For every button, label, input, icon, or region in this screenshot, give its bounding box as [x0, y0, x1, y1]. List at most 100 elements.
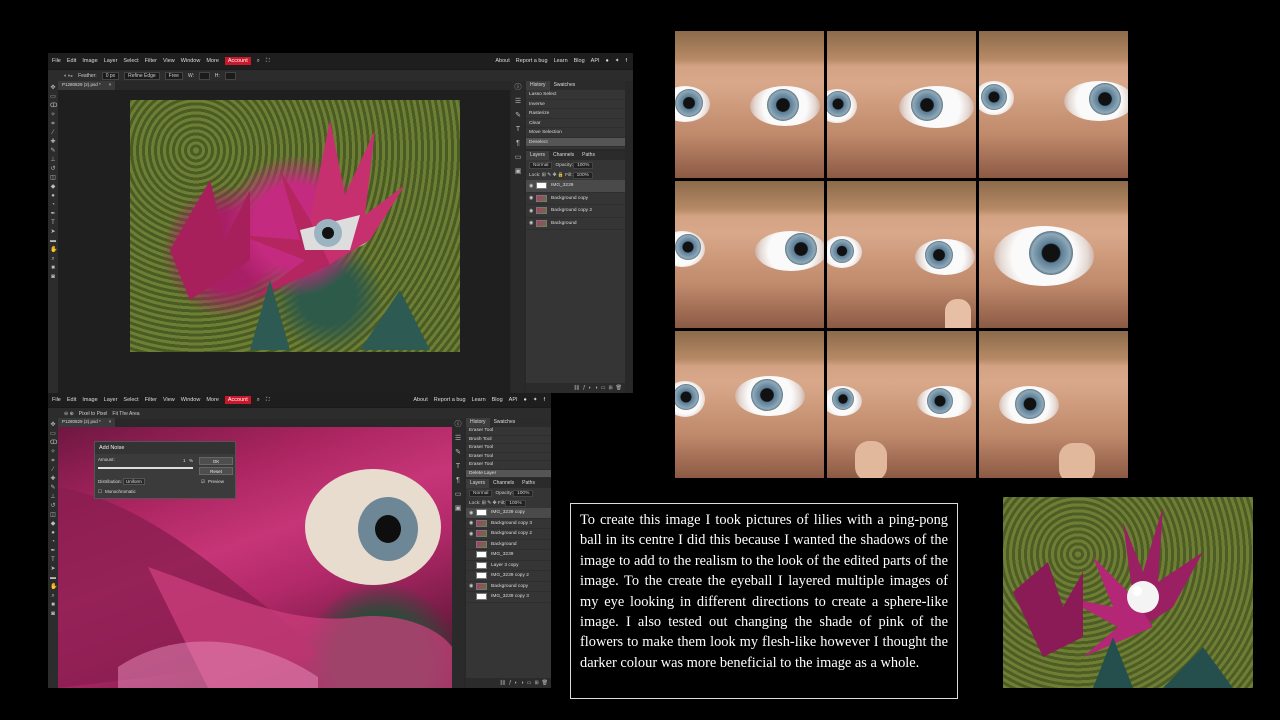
- fill-input[interactable]: 100%: [572, 171, 593, 179]
- menu-blog[interactable]: Blog: [574, 58, 585, 64]
- layer-row[interactable]: ◉ Background copy 2: [526, 205, 625, 218]
- path-select-icon[interactable]: ➤: [50, 566, 56, 572]
- path-select-icon[interactable]: ➤: [50, 229, 56, 235]
- width-input[interactable]: [198, 71, 210, 80]
- menu-layer[interactable]: Layer: [104, 58, 118, 64]
- list-icon[interactable]: ☰: [515, 98, 521, 106]
- history-item[interactable]: Eraser Tool: [466, 453, 551, 461]
- tab-layers[interactable]: Layers: [526, 151, 550, 160]
- effects-icon[interactable]: ƒ: [509, 680, 512, 686]
- layer-row[interactable]: Layer 3 copy: [466, 561, 551, 571]
- amount-slider[interactable]: [98, 467, 193, 469]
- trash-icon[interactable]: 🗑: [542, 680, 548, 686]
- menu-filter[interactable]: Filter: [145, 397, 157, 403]
- menu-image[interactable]: Image: [82, 397, 97, 403]
- history-item[interactable]: Clear: [526, 119, 625, 128]
- menu-image[interactable]: Image: [82, 58, 97, 64]
- blend-mode-select[interactable]: Normal: [529, 161, 553, 169]
- tab-swatches[interactable]: Swatches: [490, 418, 520, 427]
- layer-row[interactable]: IMG_3239: [466, 550, 551, 561]
- history-item[interactable]: Deselect: [526, 137, 625, 147]
- new-layer-icon[interactable]: ⊞: [608, 385, 612, 391]
- fill-input[interactable]: 100%: [505, 499, 526, 507]
- menu-report-bug[interactable]: Report a bug: [516, 58, 548, 64]
- quick-mask-icon[interactable]: ◙: [50, 611, 56, 617]
- lily-eye-image[interactable]: [130, 100, 460, 352]
- history-item[interactable]: Inverse: [526, 100, 625, 109]
- tab-channels[interactable]: Channels: [549, 151, 578, 160]
- layer-row[interactable]: ◉ Background copy 3: [466, 519, 551, 529]
- shape-tool-icon[interactable]: ▬: [50, 575, 56, 581]
- history-item[interactable]: Lasso Select: [526, 90, 625, 100]
- folder-icon[interactable]: ▭: [601, 385, 606, 391]
- color-swatch-icon[interactable]: ■: [50, 602, 56, 608]
- menu-file[interactable]: File: [52, 397, 61, 403]
- effects-icon[interactable]: ƒ: [583, 385, 586, 391]
- history-item[interactable]: Brush Tool: [466, 436, 551, 444]
- shape-tool-icon[interactable]: ▬: [50, 238, 56, 244]
- menu-layer[interactable]: Layer: [104, 397, 118, 403]
- menu-select[interactable]: Select: [123, 397, 138, 403]
- brush-tool-icon[interactable]: ✎: [50, 148, 56, 154]
- eye-icon[interactable]: ◉: [529, 195, 536, 201]
- color-swatch-icon[interactable]: ■: [50, 265, 56, 271]
- folder-icon[interactable]: ▭: [527, 680, 532, 686]
- document-tab[interactable]: P1280829 (2).psd *: [58, 418, 105, 427]
- facebook-icon[interactable]: f: [625, 58, 627, 64]
- eye-icon[interactable]: ◉: [469, 583, 476, 589]
- link-icon[interactable]: ⛓: [574, 385, 580, 391]
- account-button[interactable]: Account: [224, 396, 251, 404]
- document-tab[interactable]: P1280829 (2).psd *: [58, 81, 105, 90]
- zoom-tool-icon[interactable]: ⌕: [50, 256, 56, 262]
- pixel-to-pixel-button[interactable]: Pixel to Pixel: [79, 411, 108, 417]
- info-icon[interactable]: ⓘ: [515, 84, 522, 92]
- menu-window[interactable]: Window: [181, 397, 201, 403]
- monochromatic-checkbox[interactable]: ☐: [98, 489, 102, 495]
- facebook-icon[interactable]: f: [543, 397, 545, 403]
- menu-api[interactable]: API: [509, 397, 518, 403]
- menu-learn[interactable]: Learn: [472, 397, 486, 403]
- eye-icon[interactable]: ◉: [529, 220, 536, 226]
- fill-tool-icon[interactable]: ◆: [50, 521, 56, 527]
- menu-edit[interactable]: Edit: [67, 58, 76, 64]
- selection-mode-icon[interactable]: ◐◑◒: [64, 73, 73, 79]
- dodge-tool-icon[interactable]: ◔: [50, 539, 56, 545]
- fill-tool-icon[interactable]: ◆: [50, 184, 56, 190]
- history-item[interactable]: Eraser Tool: [466, 444, 551, 453]
- healing-tool-icon[interactable]: ✚: [50, 139, 56, 145]
- lasso-tool-icon[interactable]: ↀ: [50, 103, 57, 109]
- eraser-tool-icon[interactable]: ◫: [50, 512, 56, 518]
- zoom-tool-icon[interactable]: ⌕: [50, 593, 56, 599]
- image-panel-icon[interactable]: ▣: [455, 505, 462, 513]
- tab-paths[interactable]: Paths: [518, 479, 539, 488]
- opacity-input[interactable]: 100%: [573, 161, 594, 169]
- lock-icons[interactable]: ⊞ ✎ ✥ 🔒: [540, 173, 565, 178]
- feather-input[interactable]: 0 px: [101, 71, 120, 80]
- twitter-icon[interactable]: ✦: [615, 58, 620, 64]
- lock-icons[interactable]: ⊞ ✎ ✥: [480, 501, 497, 506]
- refine-edge-button[interactable]: Refine Edge: [124, 71, 160, 80]
- image-panel-icon[interactable]: ▣: [515, 168, 522, 176]
- pen-tool-icon[interactable]: ✒: [50, 548, 56, 554]
- layer-row[interactable]: ◉ Background: [526, 218, 625, 230]
- dodge-tool-icon[interactable]: ◔: [50, 202, 56, 208]
- reddit-icon[interactable]: ●: [606, 58, 609, 64]
- brush-panel-icon[interactable]: ✎: [515, 112, 521, 120]
- reddit-icon[interactable]: ●: [524, 397, 527, 403]
- layer-row[interactable]: ◉ IMG_3239 copy: [466, 508, 551, 519]
- eye-icon[interactable]: ◉: [529, 208, 536, 214]
- menu-blog[interactable]: Blog: [492, 397, 503, 403]
- menu-about[interactable]: About: [495, 58, 509, 64]
- zoom-controls-icon[interactable]: ⊖ ⊕: [64, 411, 74, 417]
- ok-button[interactable]: OK: [199, 457, 233, 465]
- menu-about[interactable]: About: [413, 397, 427, 403]
- marquee-tool-icon[interactable]: ▭: [50, 431, 56, 437]
- history-brush-icon[interactable]: ↺: [50, 503, 56, 509]
- eye-icon[interactable]: ◉: [469, 520, 476, 526]
- brush-tool-icon[interactable]: ✎: [50, 485, 56, 491]
- history-brush-icon[interactable]: ↺: [50, 166, 56, 172]
- menu-view[interactable]: View: [163, 58, 175, 64]
- crop-tool-icon[interactable]: ⌗: [50, 458, 56, 464]
- link-icon[interactable]: ⛓: [500, 680, 506, 686]
- eye-icon[interactable]: ◉: [469, 531, 476, 537]
